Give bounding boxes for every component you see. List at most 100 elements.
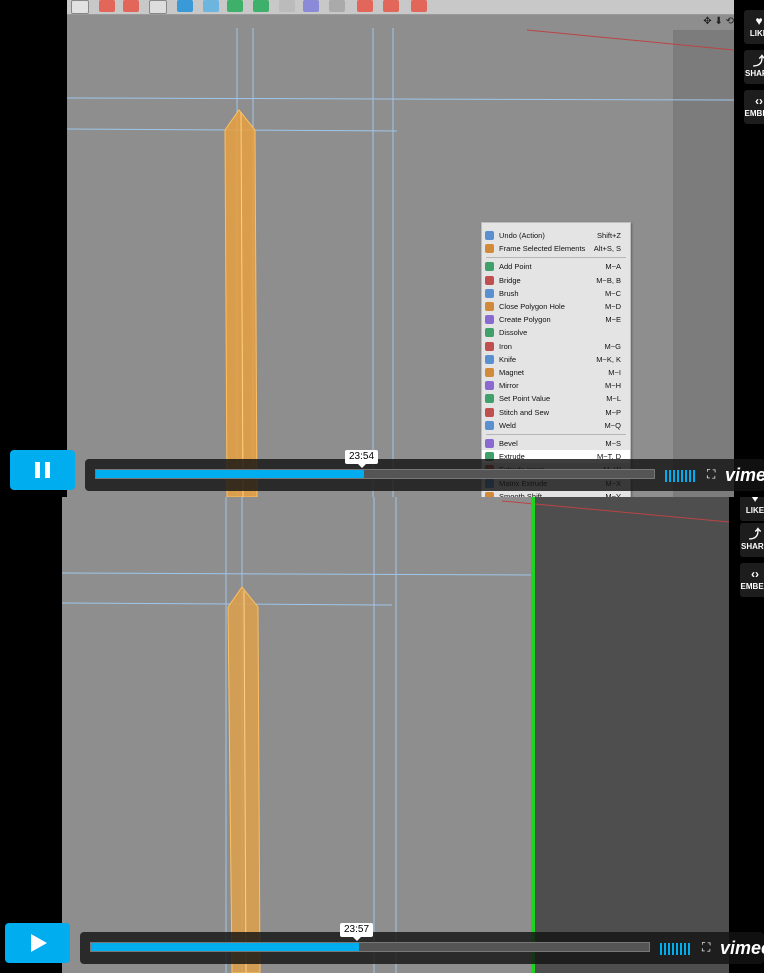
progress-loaded [359,943,649,951]
menu-item-shortcut: M~K, K [596,354,621,364]
menu-item[interactable]: Dissolve [482,326,630,339]
play-button[interactable] [5,923,70,963]
menu-item-label: Stitch and Sew [499,407,550,417]
volume-control[interactable] [665,469,699,482]
iron-icon [485,341,494,351]
bevel-icon [485,439,494,448]
menu-separator [486,257,626,259]
player-controls: 23:57 ⛶ vimeo [80,923,764,964]
menu-item-label: Undo (Action) [499,231,545,240]
embed-label: EMBED [740,582,764,591]
menu-item[interactable]: Frame Selected Elements Alt+S, S [482,242,630,255]
like-label: LIKE [745,506,764,515]
menu-item-label: Set Point Value [499,394,551,404]
fullscreen-icon[interactable]: ⛶ [702,941,715,954]
menu-item-label: Dissolve [499,328,528,338]
embed-button[interactable]: ‹› EMBED [740,563,764,597]
menu-item[interactable]: Iron M~G [482,340,630,353]
menu-item-shortcut: M~A [605,262,621,272]
menu-item[interactable]: Close Polygon Hole M~D [482,300,630,313]
pause-button[interactable] [10,450,75,490]
mesh-wireframe [67,28,734,497]
progress-bar[interactable] [95,469,655,479]
share-button[interactable]: ⤴ SHARE [740,523,764,557]
menu-item-shortcut: Shift+Z [597,231,621,240]
share-icon: ⤴ [752,54,764,68]
viewport-3d[interactable]: ✥ ⬇ ⟲ Undo (Action) Shift+Z Frame Selected… [67,0,734,497]
menu-item-label: Weld [499,420,516,430]
frame-icon [485,244,494,254]
video-frame-bottom: ♥ LIKE ⤴ SHARE ‹› EMBED 23:57 ⛶ vimeo [0,497,764,973]
menu-separator [486,434,626,435]
dissolve-icon [485,328,494,338]
menu-item[interactable]: Magnet M~I [482,366,630,379]
time-tooltip: 23:54 [345,450,379,468]
progress-loaded [364,470,654,478]
vimeo-logo[interactable]: vimeo [720,938,764,959]
menu-item-label: Frame Selected Elements [499,244,586,254]
vimeo-logo[interactable]: vimeo [725,465,764,486]
share-icon: ⤴ [748,527,761,541]
menu-item-shortcut: M~G [604,341,621,351]
context-menu: Undo (Action) Shift+Z Frame Selected Eleme… [481,222,631,497]
share-label: SHARE [740,542,764,551]
menu-item[interactable]: Brush M~C [482,287,630,300]
menu-item-shortcut: M~H [604,381,621,391]
menu-item-shortcut: M~C [604,288,621,298]
menu-item[interactable]: Bevel M~S [482,437,630,450]
add-point-icon [485,262,494,272]
fullscreen-icon[interactable]: ⛶ [707,468,720,481]
menu-item-shortcut: M~P [605,407,621,417]
menu-item-label: Close Polygon Hole [499,302,565,311]
pause-icon [35,462,50,478]
time-tooltip: 23:57 [340,923,374,941]
like-button[interactable]: ♥ LIKE [744,10,764,44]
embed-label: EMBED [744,109,764,118]
menu-item[interactable]: Add Point M~A [482,260,630,273]
heart-icon: ♥ [755,14,763,28]
like-label: LIKE [749,29,764,38]
progress-bar[interactable] [90,942,650,952]
video-frame-top: ✥ ⬇ ⟲ Undo (Action) Shift+Z Frame Selected… [0,0,764,497]
menu-item-label: Iron [499,341,512,351]
heart-icon: ♥ [751,497,759,505]
embed-icon: ‹› [751,567,759,581]
magnet-icon [485,368,494,377]
progress-played [96,470,364,478]
menu-item-shortcut: M~I [608,368,621,377]
embed-icon: ‹› [755,94,763,108]
volume-control[interactable] [660,942,694,955]
menu-item-shortcut: M~S [605,439,621,448]
menu-item[interactable]: Bridge M~B, B [482,274,630,287]
like-button[interactable]: ♥ LIKE [740,497,764,521]
create-polygon-icon [485,315,494,325]
menu-item-shortcut: Alt+S, S [593,244,621,254]
menu-item-label: Magnet [499,368,525,377]
weld-icon [485,420,494,430]
menu-item[interactable]: Stitch and Sew M~P [482,406,630,419]
menu-item-label: Knife [499,354,517,364]
stitch-icon [485,407,494,417]
play-icon [31,934,47,952]
menu-item[interactable]: Set Point Value M~L [482,392,630,405]
embed-button[interactable]: ‹› EMBED [744,90,764,124]
menu-item[interactable]: Mirror M~H [482,379,630,392]
menu-item-shortcut: M~D [604,302,621,311]
knife-icon [485,354,494,364]
menu-item-label: Bridge [499,275,521,285]
brush-icon [485,288,494,298]
menu-item[interactable]: Create Polygon M~E [482,313,630,326]
menu-item[interactable]: Knife M~K, K [482,353,630,366]
menu-item-label: Mirror [499,381,519,391]
menu-item-shortcut: M~E [605,315,621,325]
share-button[interactable]: ⤴ SHARE [744,50,764,84]
close-hole-icon [485,302,494,311]
menu-item-label: Brush [499,288,519,298]
menu-item[interactable]: Weld M~Q [482,419,630,432]
set-point-icon [485,394,494,404]
menu-item[interactable]: Undo (Action) Shift+Z [482,229,630,242]
menu-item-shortcut: M~B, B [596,275,621,285]
bridge-icon [485,275,494,285]
viewport-3d[interactable] [62,497,729,973]
menu-item-label: Add Point [499,262,532,272]
